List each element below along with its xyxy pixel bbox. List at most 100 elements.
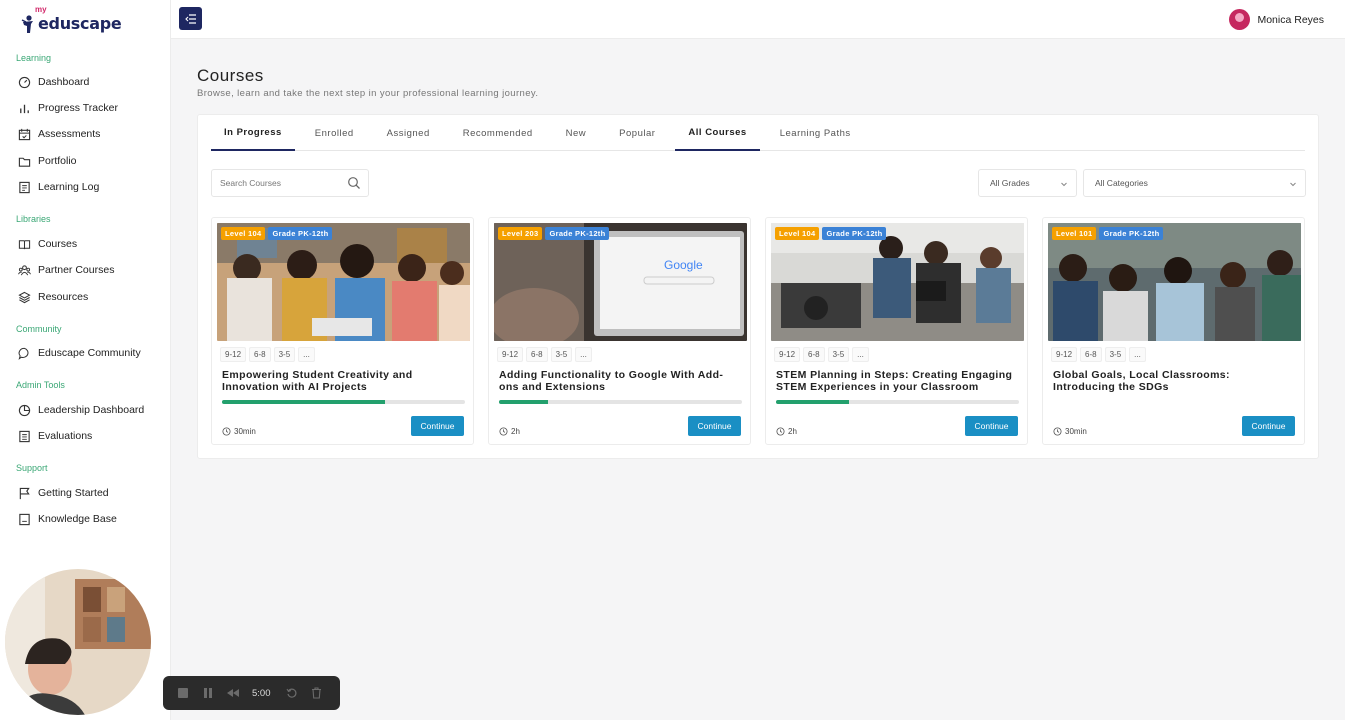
course-card[interactable]: Level 104 Grade PK-12th 9-12 6-8 3-5 ...… <box>765 217 1028 445</box>
grade-chip: 3-5 <box>273 347 296 362</box>
stop-button[interactable] <box>175 685 191 701</box>
search-icon[interactable] <box>347 176 361 190</box>
search-box <box>211 169 369 197</box>
sidebar-item-partner-courses[interactable]: Partner Courses <box>18 260 114 280</box>
chevron-down-icon <box>1290 182 1296 187</box>
grade-chip-more[interactable]: ... <box>298 347 315 362</box>
bar-chart-icon <box>18 102 31 115</box>
sidebar-item-label: Dashboard <box>38 76 90 88</box>
level-badge: Level 101 <box>1052 227 1097 240</box>
grade-chip: 6-8 <box>803 347 825 362</box>
sidebar-item-resources[interactable]: Resources <box>18 287 88 307</box>
sidebar-item-label: Getting Started <box>38 487 109 499</box>
nav-section-libraries: Libraries <box>16 214 51 224</box>
grade-chip-more[interactable]: ... <box>852 347 869 362</box>
sidebar-item-assessments[interactable]: Assessments <box>18 124 100 144</box>
chat-bubble-icon <box>18 347 31 360</box>
user-menu[interactable]: Monica Reyes <box>1229 9 1324 30</box>
course-thumbnail[interactable]: Level 104 Grade PK-12th <box>217 223 470 341</box>
clock-icon <box>1053 427 1062 436</box>
grade-chip: 9-12 <box>774 347 801 362</box>
clock-icon <box>499 427 508 436</box>
tab-popular[interactable]: Popular <box>606 115 668 151</box>
course-card[interactable]: Level 101 Grade PK-12th 9-12 6-8 3-5 ...… <box>1042 217 1305 445</box>
avatar <box>1229 9 1251 30</box>
course-card[interactable]: Level 104 Grade PK-12th 9-12 6-8 3-5 ...… <box>211 217 474 445</box>
log-icon <box>18 181 31 194</box>
calendar-check-icon <box>18 128 31 141</box>
user-name: Monica Reyes <box>1257 13 1324 26</box>
tab-in-progress[interactable]: In Progress <box>211 115 295 151</box>
sidebar-item-courses[interactable]: Courses <box>18 234 77 254</box>
sidebar-item-eduscape-community[interactable]: Eduscape Community <box>18 343 141 363</box>
progress-fill <box>776 400 849 404</box>
delete-button[interactable] <box>309 685 325 701</box>
sidebar-item-progress-tracker[interactable]: Progress Tracker <box>18 98 118 118</box>
course-title[interactable]: Adding Functionality to Google With Add-… <box>499 369 739 393</box>
tab-assigned[interactable]: Assigned <box>374 115 443 151</box>
tab-recommended[interactable]: Recommended <box>450 115 546 151</box>
continue-button[interactable]: Continue <box>1242 416 1295 436</box>
course-title[interactable]: Global Goals, Local Classrooms: Introduc… <box>1053 369 1293 393</box>
tab-enrolled[interactable]: Enrolled <box>302 115 367 151</box>
grade-chip-more[interactable]: ... <box>575 347 592 362</box>
sidebar-item-label: Resources <box>38 291 89 303</box>
course-title[interactable]: STEM Planning in Steps: Creating Engagin… <box>776 369 1016 393</box>
continue-button[interactable]: Continue <box>688 416 741 436</box>
grade-chip: 9-12 <box>220 347 247 362</box>
tab-new[interactable]: New <box>553 115 600 151</box>
recorder-toolbar: 5:00 <box>163 676 340 710</box>
grade-chips: 9-12 6-8 3-5 ... <box>774 347 869 362</box>
restart-icon <box>286 688 296 698</box>
grade-chips: 9-12 6-8 3-5 ... <box>220 347 315 362</box>
course-thumbnail[interactable]: Level 104 Grade PK-12th <box>771 223 1024 341</box>
eduscape-logo[interactable]: my eduscape <box>20 5 122 35</box>
grade-chip: 6-8 <box>249 347 271 362</box>
sidebar-item-learning-log[interactable]: Learning Log <box>18 177 99 197</box>
pause-icon <box>204 688 212 698</box>
logo-figure-icon <box>20 13 36 35</box>
rewind-button[interactable] <box>225 685 241 701</box>
tab-all-courses[interactable]: All Courses <box>675 115 760 151</box>
grade-badge: Grade PK-12th <box>1099 227 1164 240</box>
menu-collapse-icon <box>184 13 196 24</box>
sidebar-item-leadership-dashboard[interactable]: Leadership Dashboard <box>18 400 144 420</box>
continue-button[interactable]: Continue <box>965 416 1018 436</box>
course-duration: 30min <box>222 427 256 436</box>
restart-button[interactable] <box>284 685 300 701</box>
continue-button[interactable]: Continue <box>411 416 464 436</box>
sidebar-item-knowledge-base[interactable]: Knowledge Base <box>18 509 117 529</box>
sidebar-item-dashboard[interactable]: Dashboard <box>18 72 89 92</box>
duration-text: 30min <box>1065 427 1087 436</box>
flag-icon <box>18 487 31 500</box>
webcam-preview[interactable] <box>5 569 151 715</box>
grade-chip-more[interactable]: ... <box>1129 347 1146 362</box>
grades-select[interactable]: All Grades <box>978 169 1077 197</box>
course-thumbnail[interactable]: Level 101 Grade PK-12th <box>1048 223 1301 341</box>
layers-icon <box>18 291 31 304</box>
page-subtitle: Browse, learn and take the next step in … <box>197 88 539 99</box>
course-thumbnail[interactable]: Google Level 203 Grade PK-12th <box>494 223 747 341</box>
course-duration: 2h <box>499 427 520 436</box>
nav-section-community: Community <box>16 324 62 334</box>
duration-text: 30min <box>234 427 256 436</box>
progress-fill <box>499 400 548 404</box>
pause-button[interactable] <box>200 685 216 701</box>
grade-chip: 3-5 <box>1104 347 1127 362</box>
course-title[interactable]: Empowering Student Creativity and Innova… <box>222 369 462 393</box>
sidebar-item-portfolio[interactable]: Portfolio <box>18 151 77 171</box>
progress-bar <box>499 400 742 404</box>
sidebar-item-evaluations[interactable]: Evaluations <box>18 426 92 446</box>
course-duration: 30min <box>1053 427 1087 436</box>
collapse-menu-button[interactable] <box>179 7 202 30</box>
sidebar-item-getting-started[interactable]: Getting Started <box>18 483 109 503</box>
nav-section-support: Support <box>16 463 48 473</box>
courses-panel: In Progress Enrolled Assigned Recommende… <box>197 114 1319 459</box>
search-input[interactable] <box>220 170 340 196</box>
sidebar-item-label: Courses <box>38 238 78 250</box>
categories-select[interactable]: All Categories <box>1083 169 1306 197</box>
course-card[interactable]: Google Level 203 Grade PK-12th 9-12 6-8 … <box>488 217 751 445</box>
logo-my-text: my <box>35 5 47 14</box>
tab-learning-paths[interactable]: Learning Paths <box>767 115 864 151</box>
recording-timer: 5:00 <box>252 687 271 699</box>
